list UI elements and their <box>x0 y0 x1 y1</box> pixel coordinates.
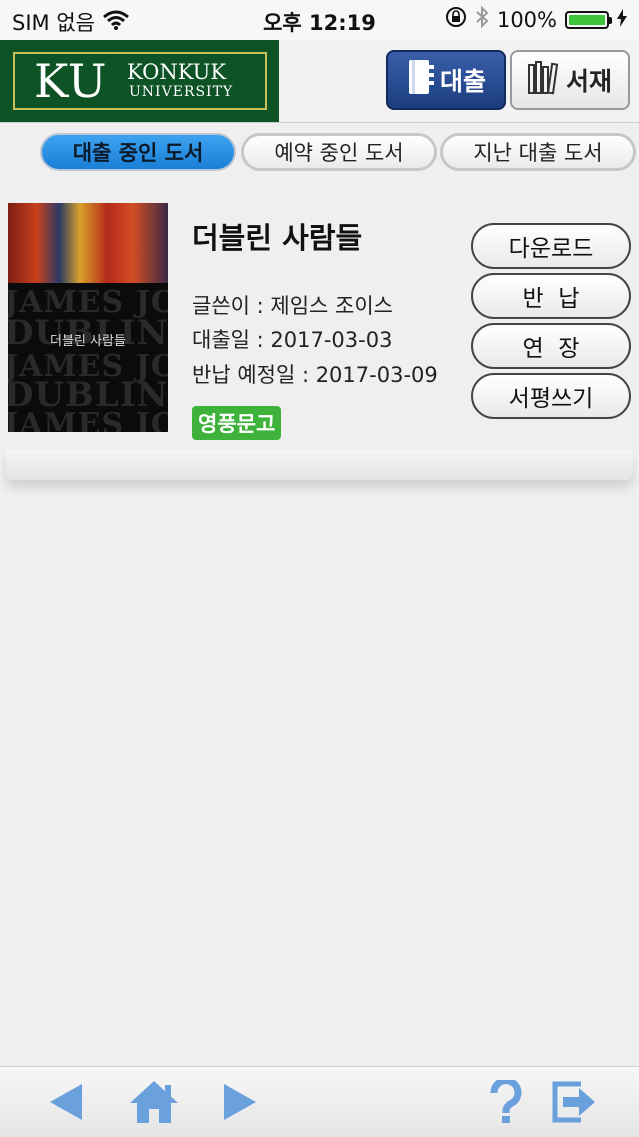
status-bar: SIM 없음 오후 12:19 100% <box>0 0 639 40</box>
cover-word: JAMES JOYCE <box>8 407 168 432</box>
bluetooth-icon <box>475 5 489 33</box>
loan-button-label: 대출 <box>439 67 486 96</box>
forward-arrow-icon[interactable] <box>216 1067 264 1137</box>
loan-tabs: 대출 중인 도서 예약 중인 도서 지난 대출 도서 <box>0 133 639 173</box>
book-title: 더블린 사람들 <box>192 221 363 255</box>
book-loan-date: 대출일 : 2017-03-03 <box>192 328 393 352</box>
help-icon[interactable] <box>484 1067 528 1137</box>
rotation-lock-icon <box>445 6 467 33</box>
download-button[interactable]: 다운로드 <box>471 223 631 269</box>
home-icon[interactable] <box>125 1067 183 1137</box>
bottom-toolbar <box>0 1066 639 1137</box>
back-arrow-icon[interactable] <box>42 1067 90 1137</box>
logo-line2: UNIVERSITY <box>129 84 234 100</box>
extend-button[interactable]: 연 장 <box>471 323 631 369</box>
cover-title: 더블린 사람들 <box>50 334 126 349</box>
logo-mark: KU <box>34 54 108 108</box>
tab-current-loans[interactable]: 대출 중인 도서 <box>40 133 236 171</box>
card-shelf-shadow <box>6 450 633 480</box>
logo-line1: KONKUK <box>127 60 227 84</box>
app-header: KU KONKUK UNIVERSITY 대출 서재 <box>0 40 639 123</box>
write-review-button[interactable]: 서평쓰기 <box>471 373 631 419</box>
exit-icon[interactable] <box>548 1067 600 1137</box>
bookshelf-button-label: 서재 <box>565 67 612 96</box>
charging-icon <box>617 8 627 32</box>
battery-percent: 100% <box>496 7 557 32</box>
return-button[interactable]: 반 납 <box>471 273 631 319</box>
bookshelf-button[interactable]: 서재 <box>510 50 630 110</box>
loan-button[interactable]: 대출 <box>386 50 506 110</box>
konkuk-logo: KU KONKUK UNIVERSITY <box>0 40 279 122</box>
book-author: 글쓴이 : 제임스 조이스 <box>192 294 393 318</box>
battery-icon <box>565 10 612 29</box>
bookshelf-icon <box>527 59 562 101</box>
tab-reservations[interactable]: 예약 중인 도서 <box>241 133 437 171</box>
book-cover[interactable]: JAMES JOYCE DUBLINERS JAMES JOYCE DUBLIN… <box>8 203 168 432</box>
status-right: 100% <box>445 5 627 33</box>
vendor-badge: 영풍문고 <box>192 406 282 440</box>
book-due-date: 반납 예정일 : 2017-03-09 <box>192 363 438 387</box>
tab-past-loans[interactable]: 지난 대출 도서 <box>440 133 636 171</box>
cover-artwork <box>8 203 168 283</box>
loan-book-icon <box>406 58 436 102</box>
